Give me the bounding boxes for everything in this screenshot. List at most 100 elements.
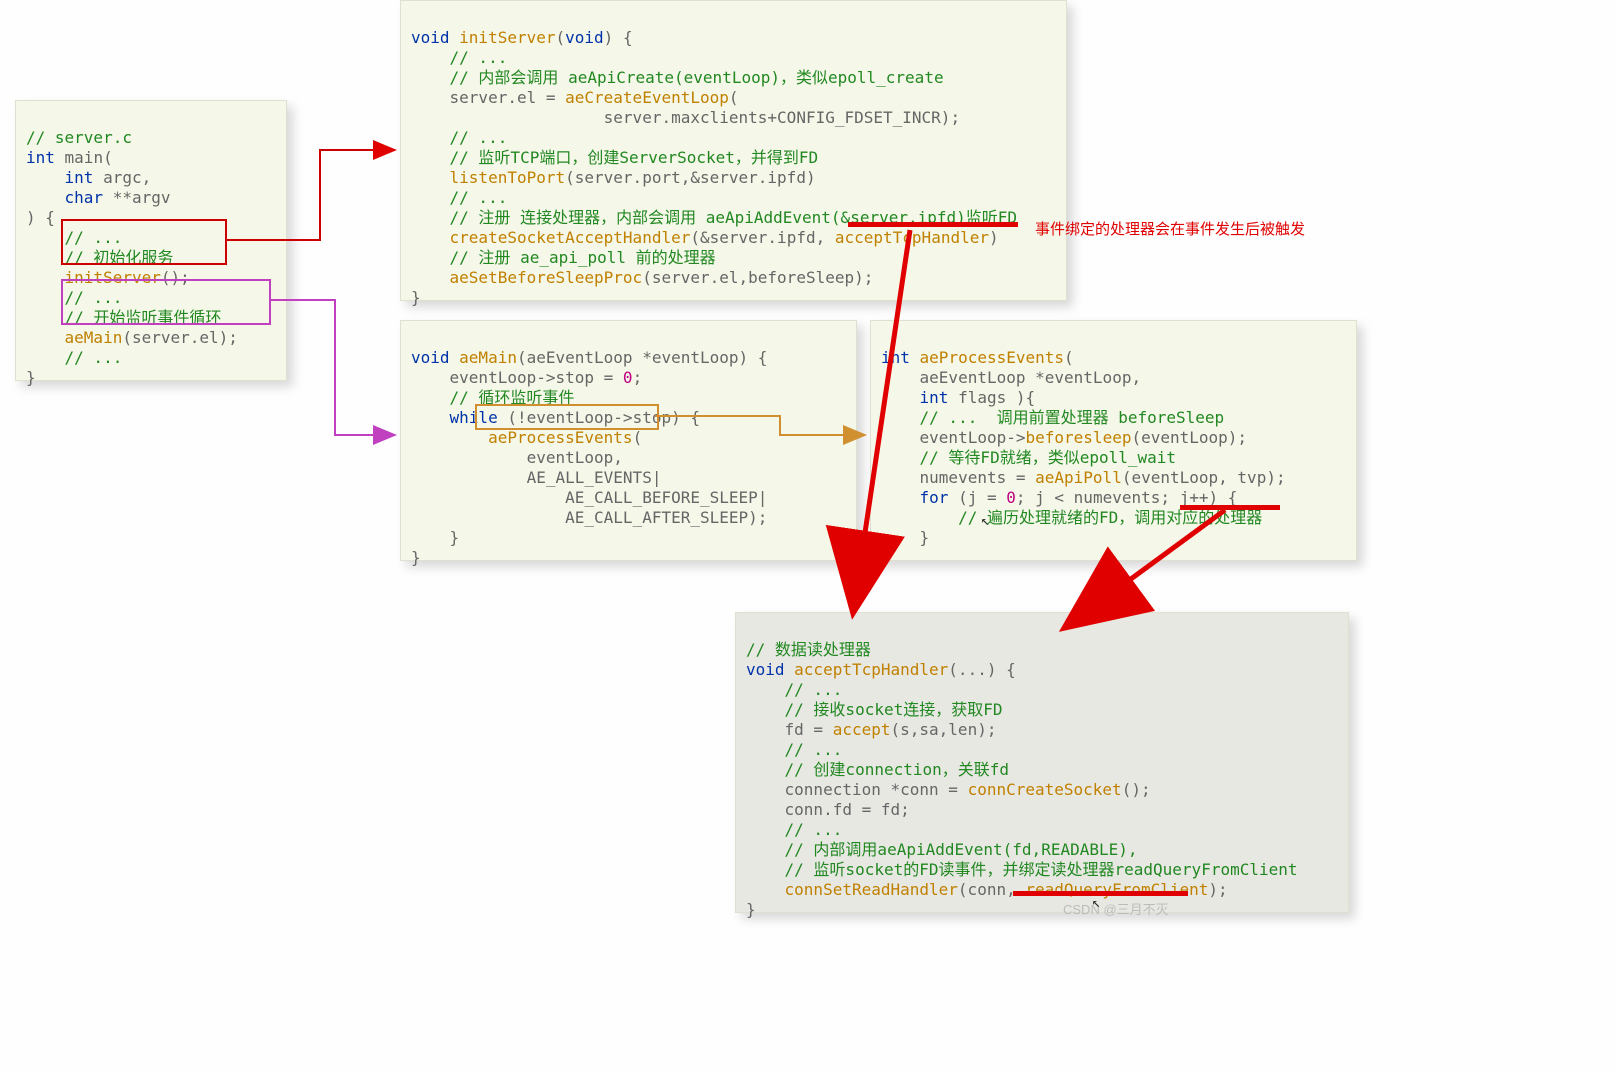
t: while	[450, 408, 498, 427]
t	[26, 328, 65, 347]
t: )	[989, 228, 999, 247]
t	[411, 408, 450, 427]
t: createSocketAcceptHandler	[450, 228, 691, 247]
cursor-icon: ↖	[981, 513, 989, 529]
t: eventLoop->	[881, 428, 1026, 447]
underline-readqueryfromclient	[1013, 891, 1188, 896]
t: (server.port,&server.ipfd)	[565, 168, 815, 187]
t: conn.fd = fd;	[746, 800, 910, 819]
t: aeMain	[65, 328, 123, 347]
t: AE_ALL_EVENTS|	[411, 468, 661, 487]
t: server.el =	[411, 88, 565, 107]
t: aeMain	[450, 348, 517, 367]
t	[411, 168, 450, 187]
t: argc,	[93, 168, 151, 187]
t: (j =	[948, 488, 1006, 507]
t: int	[26, 148, 55, 167]
t: connCreateSocket	[968, 780, 1122, 799]
t: (server.el,beforeSleep);	[642, 268, 873, 287]
t: }	[881, 548, 891, 567]
t: AE_CALL_AFTER_SLEEP);	[411, 508, 767, 527]
t: (eventLoop, tvp);	[1122, 468, 1286, 487]
t: }	[746, 900, 756, 919]
t: void	[746, 660, 785, 679]
t: acceptTcpHandler	[835, 228, 989, 247]
t: // 遍历处理就绪的FD，调用对应的处理器	[881, 508, 1262, 527]
t: AE_CALL_BEFORE_SLEEP|	[411, 488, 767, 507]
t: // 监听socket的FD读事件，并绑定读处理器readQueryFromCl…	[746, 860, 1298, 879]
t: for	[920, 488, 949, 507]
t: (conn,	[958, 880, 1025, 899]
t: int	[881, 348, 910, 367]
t	[26, 268, 65, 287]
t: // 初始化服务	[26, 248, 173, 267]
t: }	[411, 548, 421, 567]
t: (s,sa,len);	[891, 720, 997, 739]
t: }	[411, 288, 421, 307]
t: (server.el);	[122, 328, 238, 347]
t: // ...	[26, 228, 122, 247]
t: void	[411, 348, 450, 367]
t: (aeEventLoop *eventLoop) {	[517, 348, 767, 367]
t: // 监听TCP端口，创建ServerSocket，并得到FD	[411, 148, 818, 167]
t: accept	[833, 720, 891, 739]
cursor-icon-2: ↖	[1092, 895, 1100, 911]
t: main(	[55, 148, 113, 167]
t: // ...	[746, 820, 842, 839]
t: 调用前置处理器 beforeSleep	[997, 408, 1225, 427]
t: listenToPort	[450, 168, 566, 187]
t: // 开始监听事件循环	[26, 308, 221, 327]
t: (...) {	[948, 660, 1015, 679]
t: (	[633, 428, 643, 447]
t: (	[556, 28, 566, 47]
underline-handler	[1180, 505, 1280, 510]
t: aeSetBeforeSleepProc	[450, 268, 643, 287]
t: // 注册 ae_api_poll 前的处理器	[411, 248, 716, 267]
t: aeProcessEvents	[910, 348, 1064, 367]
code-box-accepttcphandler: // 数据读处理器 void acceptTcpHandler(...) { /…	[735, 612, 1349, 913]
t: ();	[161, 268, 190, 287]
t: }	[411, 528, 459, 547]
t: eventLoop->stop =	[411, 368, 623, 387]
code-box-initserver: void initServer(void) { // ... // 内部会调用 …	[400, 0, 1067, 301]
t: }	[26, 368, 36, 387]
t: (&server.ipfd,	[690, 228, 835, 247]
t: initServer	[450, 28, 556, 47]
t: connection *conn =	[746, 780, 968, 799]
watermark: CSDN @三月不灭	[1063, 899, 1169, 918]
t: ) {	[26, 208, 55, 227]
t	[881, 488, 920, 507]
t: // ...	[881, 408, 997, 427]
t: beforesleep	[1026, 428, 1132, 447]
t: (!eventLoop->stop) {	[498, 408, 700, 427]
t: int	[920, 388, 949, 407]
t: // ...	[411, 48, 507, 67]
t: acceptTcpHandler	[785, 660, 949, 679]
t: // ...	[411, 128, 507, 147]
t: 0	[623, 368, 633, 387]
t: // 接收socket连接，获取FD	[746, 700, 1003, 719]
t: readQueryFromClient	[1025, 880, 1208, 899]
t: int	[26, 168, 93, 187]
t: // ...	[26, 288, 122, 307]
t: server.maxclients+CONFIG_FDSET_INCR);	[411, 108, 960, 127]
t: aeApiPoll	[1035, 468, 1122, 487]
t: );	[1208, 880, 1227, 899]
code-box-aemain: void aeMain(aeEventLoop *eventLoop) { ev…	[400, 320, 857, 561]
t: eventLoop,	[411, 448, 623, 467]
t: // 创建connection，关联fd	[746, 760, 1009, 779]
annotation-red: 事件绑定的处理器会在事件发生后被触发	[1035, 218, 1305, 239]
t: // ...	[746, 680, 842, 699]
t: // 循环监听事件	[411, 388, 574, 407]
t: initServer	[65, 268, 161, 287]
t: numevents =	[881, 468, 1035, 487]
t: (	[729, 88, 739, 107]
t: ();	[1122, 780, 1151, 799]
t: connSetReadHandler	[785, 880, 958, 899]
t: // server.c	[26, 128, 132, 147]
t: aeProcessEvents	[488, 428, 633, 447]
t: void	[565, 28, 604, 47]
t: // ...	[746, 740, 842, 759]
t: // ...	[26, 348, 122, 367]
t: (	[1064, 348, 1074, 367]
